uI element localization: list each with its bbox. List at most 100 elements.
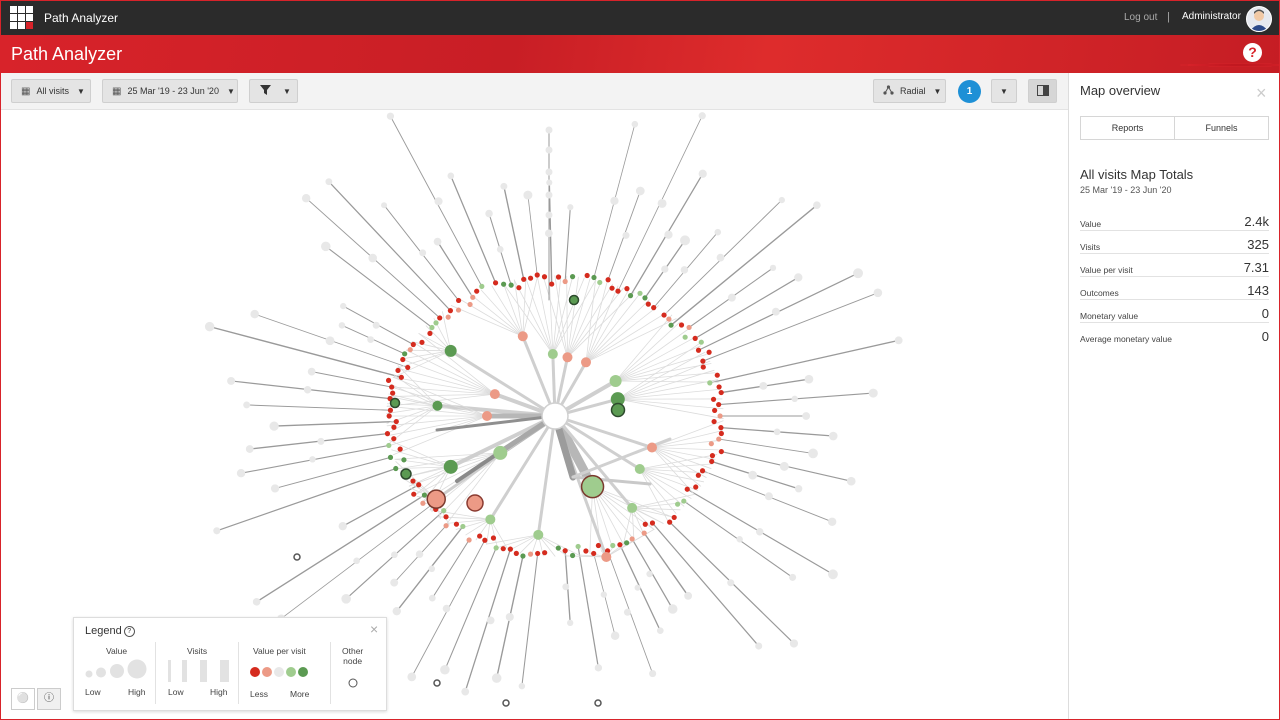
path-node[interactable] [711,418,717,425]
path-node[interactable] [581,357,591,368]
help-icon[interactable]: ? [123,626,135,637]
path-node[interactable] [482,411,492,421]
path-node[interactable] [433,320,439,326]
path-node[interactable] [693,484,699,490]
path-node[interactable] [507,546,513,552]
path-node[interactable] [460,523,466,530]
path-node[interactable] [657,198,667,208]
path-node[interactable] [545,211,553,219]
path-node[interactable] [317,437,325,445]
path-node[interactable] [442,604,451,613]
path-node[interactable] [520,553,526,559]
path-node[interactable] [681,498,687,504]
path-node[interactable] [405,364,411,371]
path-node[interactable] [508,282,514,288]
path-node[interactable] [718,430,724,437]
path-node[interactable] [455,297,462,304]
path-node[interactable] [600,591,607,598]
path-node[interactable] [789,639,799,648]
path-node[interactable] [500,546,506,552]
path-node[interactable] [649,670,657,678]
path-node[interactable] [555,545,561,551]
path-node[interactable] [490,535,497,541]
path-node[interactable] [827,517,837,526]
path-node[interactable] [710,396,717,402]
path-node[interactable] [243,401,251,409]
path-node[interactable] [245,445,254,453]
path-node[interactable] [675,501,681,507]
path-node[interactable] [667,604,678,614]
path-node[interactable] [395,367,401,374]
path-node[interactable] [516,285,522,291]
path-node[interactable] [642,521,648,527]
path-node[interactable] [477,533,483,539]
path-node[interactable] [391,424,397,430]
path-node[interactable] [601,551,612,562]
path-node[interactable] [353,557,361,565]
path-node[interactable] [708,441,714,447]
path-node[interactable] [545,229,553,238]
path-node[interactable] [627,293,634,299]
path-node[interactable] [712,407,718,414]
path-node[interactable] [407,347,413,353]
path-node[interactable] [479,283,485,289]
path-node[interactable] [518,682,526,690]
path-node[interactable] [400,468,412,480]
path-node[interactable] [367,336,375,343]
path-node[interactable] [541,402,569,430]
path-node[interactable] [641,530,647,536]
path-node[interactable] [629,536,635,542]
layout-dropdown[interactable]: Radial ▼ [873,79,946,103]
path-node[interactable] [441,508,447,514]
path-node[interactable] [771,307,780,316]
path-node[interactable] [666,316,672,322]
path-node[interactable] [545,191,553,199]
path-node[interactable] [716,436,722,442]
path-node[interactable] [610,196,619,205]
path-node[interactable] [651,305,657,311]
path-node[interactable] [646,570,653,578]
path-node[interactable] [647,442,658,453]
path-node[interactable] [635,186,645,196]
path-node[interactable] [868,388,878,398]
path-node[interactable] [562,583,570,591]
path-node[interactable] [773,428,781,436]
path-node[interactable] [535,550,541,557]
path-node[interactable] [443,523,449,529]
path-node[interactable] [605,277,611,283]
path-node[interactable] [682,334,688,340]
path-node[interactable] [642,295,648,301]
path-node[interactable] [410,341,416,348]
path-node[interactable] [709,458,715,465]
path-node[interactable] [716,401,722,408]
path-node[interactable] [545,168,553,176]
path-node[interactable] [545,146,553,154]
path-node[interactable] [718,425,724,431]
path-node[interactable] [610,631,620,640]
path-node[interactable] [718,448,724,455]
path-node[interactable] [699,468,706,474]
path-node[interactable] [567,619,574,627]
path-node[interactable] [695,472,701,478]
path-node[interactable] [802,412,811,420]
path-node[interactable] [527,275,534,281]
path-node[interactable] [684,486,690,492]
user-name[interactable]: Administrator [1182,11,1241,22]
path-node[interactable] [393,465,399,472]
path-node[interactable] [447,172,455,180]
path-node[interactable] [307,367,316,376]
path-node[interactable] [779,461,789,471]
path-node[interactable] [617,542,623,548]
path-node[interactable] [397,446,403,452]
path-node[interactable] [727,293,736,302]
path-node[interactable] [759,381,768,390]
path-node[interactable] [634,463,645,474]
path-node[interactable] [269,421,279,431]
path-node[interactable] [698,339,704,345]
path-node[interactable] [716,253,725,262]
path-node[interactable] [597,279,603,286]
path-node[interactable] [325,178,333,186]
path-node[interactable] [466,494,484,512]
path-node[interactable] [482,537,488,543]
path-node[interactable] [804,374,814,384]
